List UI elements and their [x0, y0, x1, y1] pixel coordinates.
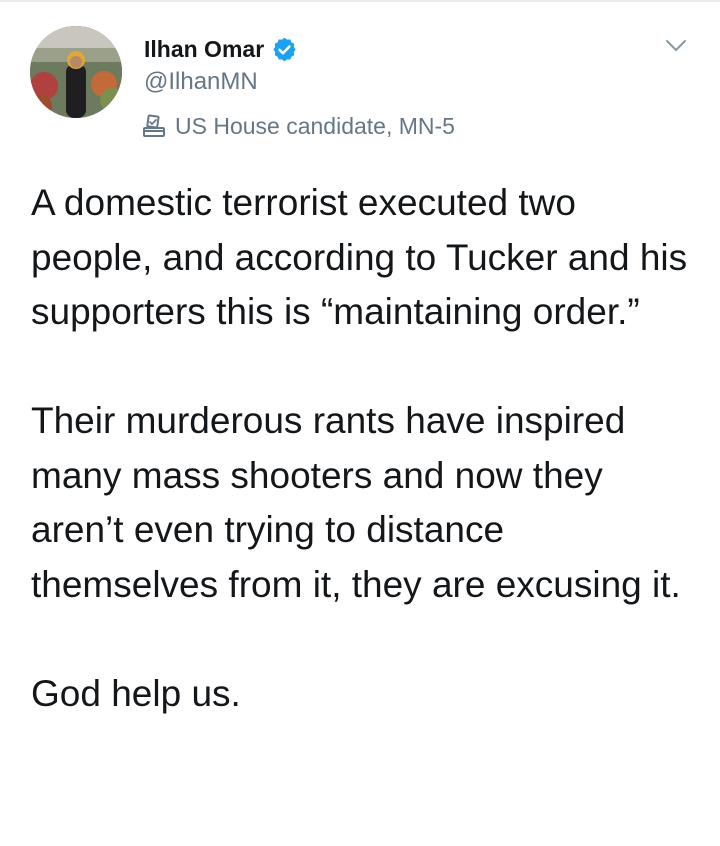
top-divider — [0, 0, 720, 2]
author-handle[interactable]: @IlhanMN — [144, 68, 258, 96]
verified-badge-icon — [271, 36, 298, 63]
tweet-paragraph-2: Their murderous rants have inspired many… — [31, 400, 681, 605]
tweet-header: Ilhan Omar @IlhanMN US House candidate, … — [30, 26, 690, 146]
tweet-paragraph-1: A domestic terrorist executed two people… — [31, 182, 688, 332]
candidate-label-row: US House candidate, MN-5 — [142, 110, 455, 142]
avatar-image — [30, 26, 122, 118]
tweet-paragraph-3: God help us. — [31, 672, 241, 714]
author-name-row[interactable]: Ilhan Omar — [144, 32, 298, 66]
chevron-down-icon[interactable] — [662, 32, 690, 60]
display-name[interactable]: Ilhan Omar — [144, 36, 264, 63]
tweet-text: A domestic terrorist executed two people… — [31, 176, 691, 721]
ballot-box-icon — [142, 114, 166, 138]
candidate-label: US House candidate, MN-5 — [175, 112, 455, 139]
avatar[interactable] — [30, 26, 122, 118]
